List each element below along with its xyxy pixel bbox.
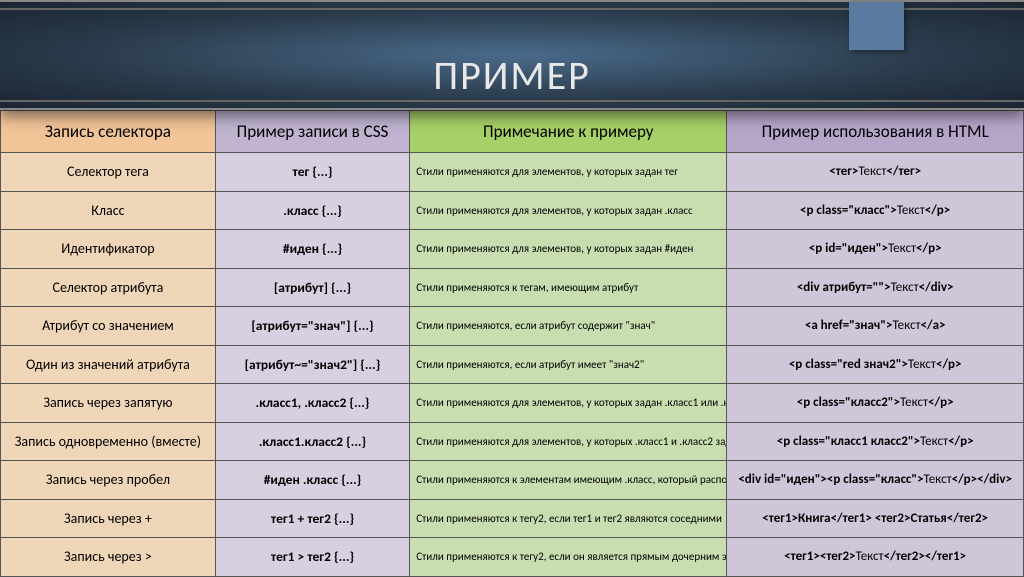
cell-html: <тег1><тег2>Текст</тег2></тег1>: [727, 538, 1024, 577]
header-css: Пример записи в CSS: [215, 111, 409, 153]
cell-note: Стили применяются, если атрибут имеет "з…: [410, 345, 727, 384]
cell-html: <p class="red знач2">Текст</p>: [727, 345, 1024, 384]
cell-selector: Атрибут со значением: [1, 307, 216, 346]
cell-html: <div атрибут="">Текст</div>: [727, 268, 1024, 307]
cell-html: <p class="класс2">Текст</p>: [727, 384, 1024, 423]
cell-note: Стили применяются к элементам имеющим .к…: [410, 461, 727, 500]
cell-note: Стили применяются к тегу2, если тег1 и т…: [410, 499, 727, 538]
cell-note: Стили применяются для элементов, у котор…: [410, 422, 727, 461]
cell-html: <тег>Текст</тег>: [727, 153, 1024, 192]
accent-decoration: [849, 2, 904, 50]
cell-css: .класс {...}: [215, 191, 409, 230]
cell-html: <p class="класс">Текст</p>: [727, 191, 1024, 230]
cell-css: тег1 + тег2 {...}: [215, 499, 409, 538]
cell-css: [атрибут] {...}: [215, 268, 409, 307]
cell-note: Стили применяются к тегам, имеющим атриб…: [410, 268, 727, 307]
cell-html: <p id="иден">Текст</p>: [727, 230, 1024, 269]
cell-css: [атрибут="знач"] {...}: [215, 307, 409, 346]
cell-selector: Селектор тега: [1, 153, 216, 192]
cell-html: <p class="класс1 класс2">Текст</p>: [727, 422, 1024, 461]
cell-selector: Запись через пробел: [1, 461, 216, 500]
cell-note: Стили применяются для элементов, у котор…: [410, 384, 727, 423]
cell-css: #иден {...}: [215, 230, 409, 269]
cell-selector: Класс: [1, 191, 216, 230]
cell-css: тег {...}: [215, 153, 409, 192]
selectors-table: Запись селектора Пример записи в CSS При…: [0, 110, 1024, 577]
cell-css: [атрибут~="знач2"] {...}: [215, 345, 409, 384]
table-row: Атрибут со значением[атрибут="знач"] {..…: [1, 307, 1024, 346]
cell-note: Стили применяются для элементов, у котор…: [410, 153, 727, 192]
cell-css: .класс1, .класс2 {...}: [215, 384, 409, 423]
cell-selector: Запись через >: [1, 538, 216, 577]
table-row: Запись одновременно (вместе).класс1.клас…: [1, 422, 1024, 461]
cell-css: #иден .класс {...}: [215, 461, 409, 500]
cell-note: Стили применяются к тегу2, если он являе…: [410, 538, 727, 577]
table-header-row: Запись селектора Пример записи в CSS При…: [1, 111, 1024, 153]
header-note: Примечание к примеру: [410, 111, 727, 153]
table-row: Класс.класс {...}Стили применяются для э…: [1, 191, 1024, 230]
table-row: Один из значений атрибута[атрибут~="знач…: [1, 345, 1024, 384]
table-row: Запись через запятую.класс1, .класс2 {..…: [1, 384, 1024, 423]
header-selector: Запись селектора: [1, 111, 216, 153]
cell-selector: Селектор атрибута: [1, 268, 216, 307]
table-row: Идентификатор#иден {...}Стили применяютс…: [1, 230, 1024, 269]
cell-css: .класс1.класс2 {...}: [215, 422, 409, 461]
cell-selector: Идентификатор: [1, 230, 216, 269]
title-banner: ПРИМЕР: [0, 0, 1024, 110]
table-row: Селектор атрибута[атрибут] {...}Стили пр…: [1, 268, 1024, 307]
cell-selector: Запись через запятую: [1, 384, 216, 423]
cell-html: <div id="иден"><p class="класс">Текст</p…: [727, 461, 1024, 500]
cell-css: тег1 > тег2 {...}: [215, 538, 409, 577]
table-row: Запись через +тег1 + тег2 {...}Стили при…: [1, 499, 1024, 538]
cell-html: <тег1>Книга</тег1> <тег2>Статья</тег2>: [727, 499, 1024, 538]
cell-selector: Запись одновременно (вместе): [1, 422, 216, 461]
table-row: Селектор тегатег {...}Стили применяются …: [1, 153, 1024, 192]
page-title: ПРИМЕР: [433, 51, 591, 108]
header-html: Пример использования в HTML: [727, 111, 1024, 153]
table-row: Запись через >тег1 > тег2 {...}Стили при…: [1, 538, 1024, 577]
cell-selector: Запись через +: [1, 499, 216, 538]
cell-note: Стили применяются, если атрибут содержит…: [410, 307, 727, 346]
cell-selector: Один из значений атрибута: [1, 345, 216, 384]
table-row: Запись через пробел#иден .класс {...}Сти…: [1, 461, 1024, 500]
cell-html: <a href="знач">Текст</a>: [727, 307, 1024, 346]
cell-note: Стили применяются для элементов, у котор…: [410, 230, 727, 269]
cell-note: Стили применяются для элементов, у котор…: [410, 191, 727, 230]
